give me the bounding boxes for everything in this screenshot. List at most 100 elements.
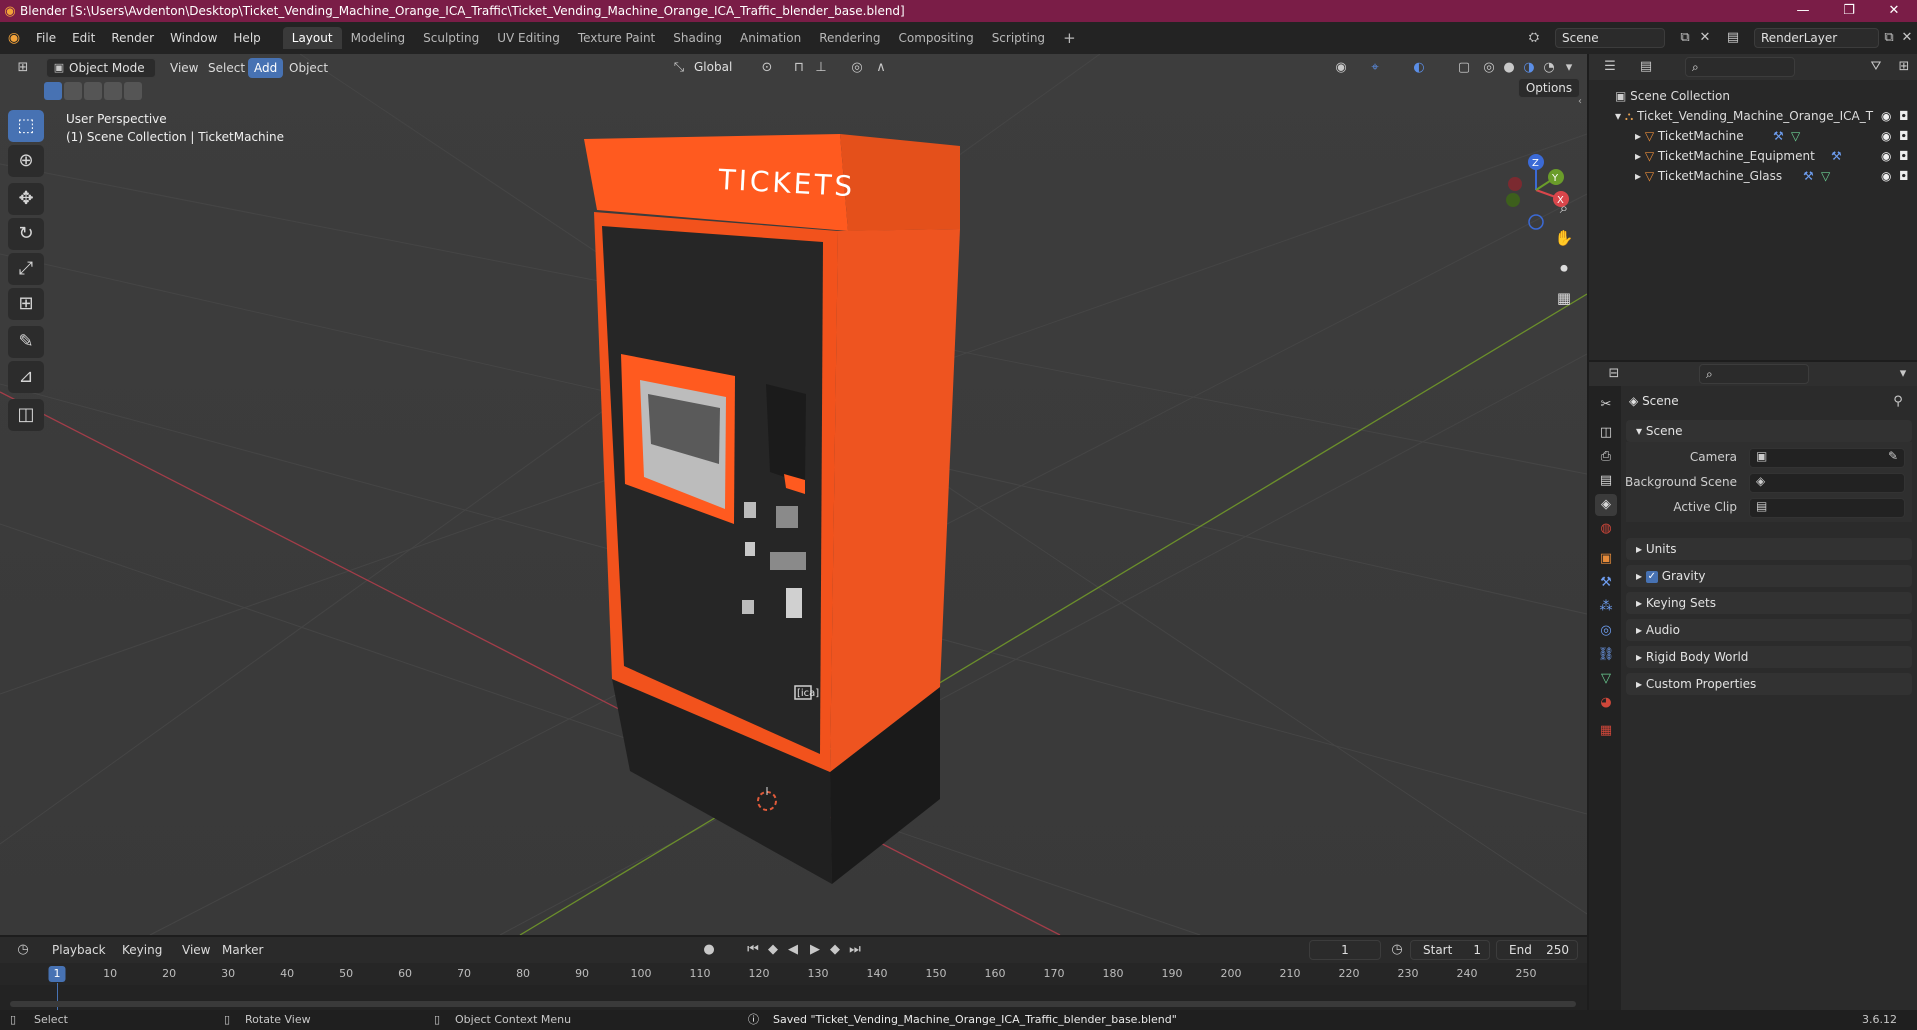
delete-view-layer-icon[interactable]: ✕ xyxy=(1898,28,1916,48)
jump-start-icon[interactable]: ⏮ xyxy=(744,940,762,960)
outliner-item-equipment[interactable]: ▸ ▽ TicketMachine_Equipment ⚒ ◉ ◘ xyxy=(1589,146,1917,166)
tab-layout[interactable]: Layout xyxy=(282,27,342,49)
timeline[interactable]: ◷ Playback Keying View Marker ● ⏮ ◆ ◀ ▶ … xyxy=(0,937,1587,1011)
zoom-icon[interactable]: ⌕ xyxy=(1550,194,1578,222)
tab-animation[interactable]: Animation xyxy=(731,27,810,49)
menu-object[interactable]: Object xyxy=(283,58,334,78)
pan-hand-icon[interactable]: ✋ xyxy=(1550,224,1578,252)
properties-editor[interactable]: ⊟ ⌕ ▾ ✂ ◫ ⎙ ▤ ◈ ◍ ▣ ⚒ ⁂ ◎ ⛓ ▽ ◕ ▦ ◈ Scen… xyxy=(1589,362,1917,1010)
menu-view[interactable]: View xyxy=(164,58,204,78)
transform-icon[interactable]: ⊞ xyxy=(8,288,44,320)
modifier-tab-icon[interactable]: ⚒ xyxy=(1595,572,1617,594)
properties-search-input[interactable]: ⌕ xyxy=(1699,364,1809,384)
camera-icon[interactable]: ◘ xyxy=(1899,126,1909,146)
tab-sculpting[interactable]: Sculpting xyxy=(414,27,488,49)
object-tab-icon[interactable]: ▣ xyxy=(1595,548,1617,570)
outliner-search-input[interactable]: ⌕ xyxy=(1685,57,1795,77)
panel-gravity[interactable]: ▸ ✓ Gravity xyxy=(1626,565,1912,587)
prev-keyframe-icon[interactable]: ◆ xyxy=(764,940,782,960)
new-scene-icon[interactable]: ⧉ xyxy=(1676,28,1694,48)
material-shading-icon[interactable]: ◑ xyxy=(1520,58,1538,78)
menu-marker[interactable]: Marker xyxy=(216,940,269,960)
pin-icon[interactable]: ⚲ xyxy=(1889,392,1907,412)
menu-keying[interactable]: Keying xyxy=(116,940,168,960)
timeline-editor-icon[interactable]: ◷ xyxy=(14,940,32,960)
xray-icon[interactable]: ▢ xyxy=(1455,58,1473,78)
add-workspace-icon[interactable]: + xyxy=(1054,27,1085,49)
play-icon[interactable]: ▶ xyxy=(806,940,824,960)
new-view-layer-icon[interactable]: ⧉ xyxy=(1880,28,1898,48)
particles-tab-icon[interactable]: ⁂ xyxy=(1595,596,1617,618)
menu-help[interactable]: Help xyxy=(225,27,268,49)
panel-scene[interactable]: ▾ Scene xyxy=(1626,420,1912,442)
data-tab-icon[interactable]: ▽ xyxy=(1595,668,1617,690)
overlays-toggle-icon[interactable]: ◐ xyxy=(1410,58,1428,78)
camera-icon[interactable]: ◘ xyxy=(1899,106,1909,126)
preview-range-icon[interactable]: ◷ xyxy=(1388,940,1406,960)
expand-arrow-icon[interactable]: ▸ xyxy=(1635,129,1641,143)
annotate-icon[interactable]: ✎ xyxy=(8,326,44,358)
gizmo-toggle-icon[interactable]: ⌖ xyxy=(1366,58,1384,78)
eye-icon[interactable]: ◉ xyxy=(1881,126,1891,146)
eye-icon[interactable]: ◉ xyxy=(1881,166,1891,186)
select-extend-icon[interactable] xyxy=(64,82,82,100)
3d-viewport[interactable]: TICKETS [ica] Z X Y ⊞ Object Mode ▣ View… xyxy=(0,54,1587,935)
select-intersect-icon[interactable] xyxy=(124,82,142,100)
world-tab-icon[interactable]: ◍ xyxy=(1595,518,1617,540)
expand-arrow-icon[interactable]: ▸ xyxy=(1635,149,1641,163)
ticket-machine-model[interactable] xyxy=(584,134,960,884)
proportional-edit-icon[interactable]: ◎ xyxy=(848,58,866,78)
tab-texture-paint[interactable]: Texture Paint xyxy=(569,27,664,49)
menu-window[interactable]: Window xyxy=(162,27,225,49)
menu-edit[interactable]: Edit xyxy=(64,27,103,49)
measure-icon[interactable]: ⊿ xyxy=(8,361,44,393)
physics-tab-icon[interactable]: ◎ xyxy=(1595,620,1617,642)
properties-editor-icon[interactable]: ⊟ xyxy=(1605,364,1623,384)
view-layer-browse-icon[interactable]: ▤ xyxy=(1724,28,1742,48)
pivot-point-icon[interactable]: ⊙ xyxy=(758,58,776,78)
new-collection-icon[interactable]: ⊞ xyxy=(1895,57,1913,77)
outliner-root[interactable]: ▣ Scene Collection xyxy=(1589,86,1917,106)
blender-menu-icon[interactable]: ◉ xyxy=(0,30,28,46)
wireframe-shading-icon[interactable]: ◎ xyxy=(1480,58,1498,78)
camera-view-icon[interactable]: ⏺ xyxy=(1550,254,1578,282)
timeline-scrollbar[interactable] xyxy=(10,1001,1576,1007)
material-tab-icon[interactable]: ◕ xyxy=(1595,692,1617,714)
visibility-icon[interactable]: ◉ xyxy=(1332,58,1350,78)
tab-compositing[interactable]: Compositing xyxy=(889,27,982,49)
eyedropper-icon[interactable]: ✎ xyxy=(1888,449,1898,463)
current-frame-field[interactable]: 1 xyxy=(1309,940,1381,960)
panel-keying-sets[interactable]: ▸ Keying Sets xyxy=(1626,592,1912,614)
select-subtract-icon[interactable] xyxy=(84,82,102,100)
end-frame-field[interactable]: End 250 xyxy=(1496,940,1578,960)
start-frame-field[interactable]: Start 1 xyxy=(1410,940,1490,960)
background-scene-field[interactable]: ◈ xyxy=(1749,473,1905,493)
snap-target-icon[interactable]: ⊥ xyxy=(812,58,830,78)
select-new-icon[interactable] xyxy=(44,82,62,100)
eye-icon[interactable]: ◉ xyxy=(1881,146,1891,166)
active-clip-field[interactable]: ▤ xyxy=(1749,498,1905,518)
expand-arrow-icon[interactable]: ▸ xyxy=(1635,169,1641,183)
tab-uv-editing[interactable]: UV Editing xyxy=(488,27,569,49)
minimize-icon[interactable]: — xyxy=(1780,0,1826,22)
display-mode-icon[interactable]: ▤ xyxy=(1637,57,1655,77)
tab-modeling[interactable]: Modeling xyxy=(342,27,415,49)
jump-end-icon[interactable]: ⏭ xyxy=(846,940,864,960)
options-button[interactable]: Options xyxy=(1518,78,1580,98)
shading-options-icon[interactable]: ▾ xyxy=(1560,58,1578,78)
outliner-collection[interactable]: ▾ ⛬ Ticket_Vending_Machine_Orange_ICA_T … xyxy=(1589,106,1917,126)
current-frame-marker[interactable]: 1 xyxy=(48,966,66,982)
select-invert-icon[interactable] xyxy=(104,82,122,100)
view-layer-selector[interactable]: RenderLayer xyxy=(1754,28,1879,48)
menu-timeline-view[interactable]: View xyxy=(176,940,216,960)
panel-custom-properties[interactable]: ▸ Custom Properties xyxy=(1626,673,1912,695)
snap-icon[interactable]: ⊓ xyxy=(790,58,808,78)
scale-icon[interactable]: ⤢ xyxy=(8,253,44,285)
panel-audio[interactable]: ▸ Audio xyxy=(1626,619,1912,641)
filter-icon[interactable]: ⛛ xyxy=(1867,57,1885,77)
constraints-tab-icon[interactable]: ⛓ xyxy=(1595,644,1617,666)
menu-file[interactable]: File xyxy=(28,27,64,49)
delete-scene-icon[interactable]: ✕ xyxy=(1696,28,1714,48)
gravity-checkbox[interactable]: ✓ xyxy=(1645,570,1658,583)
play-reverse-icon[interactable]: ◀ xyxy=(784,940,802,960)
